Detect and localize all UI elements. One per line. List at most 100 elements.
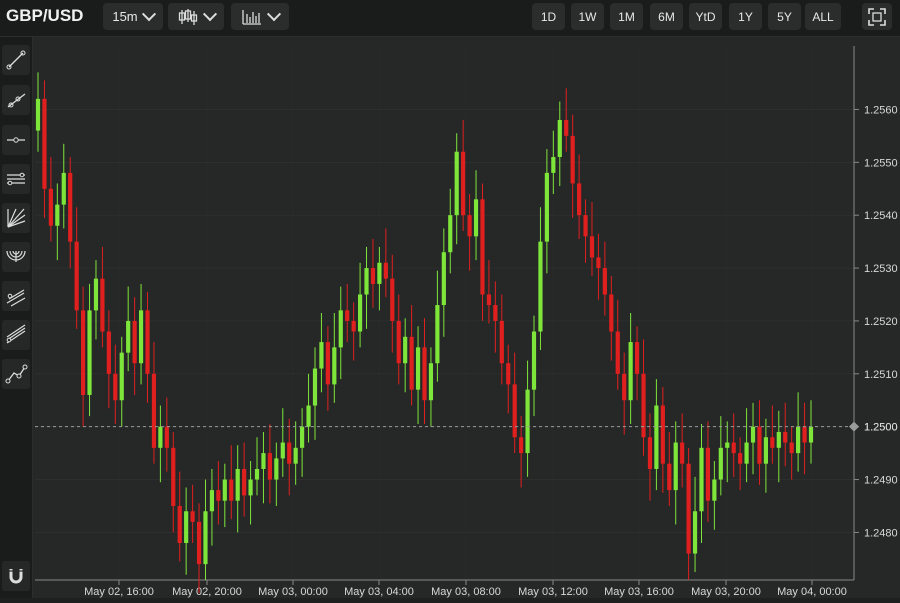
- candle-down: [396, 320, 401, 364]
- drawing-toolbar: [0, 37, 33, 598]
- x-tick-label: May 02, 20:00: [172, 586, 242, 598]
- candle-down: [660, 405, 665, 464]
- candle-up: [357, 294, 363, 332]
- chart-type-dropdown[interactable]: [168, 3, 224, 30]
- trend-line-icon: [6, 50, 26, 70]
- candle-up: [415, 347, 421, 390]
- candle-up: [448, 215, 453, 253]
- candle-up: [235, 468, 240, 501]
- y-tick-label: 1.2510: [864, 369, 898, 381]
- candle-up: [725, 442, 730, 448]
- candle-down: [802, 426, 807, 443]
- candle-up: [280, 442, 285, 459]
- candle-down: [512, 384, 517, 438]
- candle-up: [184, 511, 189, 543]
- candle-down: [390, 278, 395, 321]
- candle-up: [364, 268, 369, 295]
- ray-tool[interactable]: [2, 85, 30, 115]
- candle-up: [718, 447, 723, 480]
- candle-up: [557, 120, 562, 158]
- parallel-channel-tool[interactable]: [2, 164, 30, 194]
- candle-down: [596, 257, 601, 269]
- candle-up: [203, 511, 208, 565]
- chevron-down-icon: [202, 6, 218, 21]
- candle-up: [744, 442, 749, 464]
- horizontal-line-tool[interactable]: [2, 125, 30, 155]
- candle-down: [486, 294, 492, 306]
- candle-down: [738, 453, 743, 464]
- regression-tool[interactable]: [2, 320, 30, 350]
- candle-up: [61, 172, 66, 205]
- candle-down: [48, 188, 53, 226]
- x-tick-label: May 03, 16:00: [604, 586, 674, 598]
- chart-area[interactable]: 1.2480 1.2490 1.2500 1.2510 1.2520 1.2530 1.25…: [33, 37, 900, 598]
- indicators-icon: [242, 9, 261, 25]
- y-tick-label: 1.2550: [864, 157, 898, 169]
- x-tick-label: May 03, 04:00: [344, 586, 414, 598]
- candle-up: [544, 172, 549, 242]
- fib-arc-tool[interactable]: [2, 242, 30, 272]
- candle-down: [641, 373, 646, 438]
- trend-line-tool[interactable]: [2, 45, 30, 75]
- range-button-1d[interactable]: 1D: [532, 3, 565, 30]
- pitchfork-tool[interactable]: [2, 281, 30, 311]
- candle-up: [222, 479, 227, 501]
- candle-down: [757, 426, 762, 464]
- candle-down: [577, 183, 582, 216]
- candle-up: [300, 426, 305, 448]
- y-tick-label: 1.2530: [864, 263, 898, 275]
- candle-up: [274, 458, 279, 480]
- candle-down: [267, 453, 272, 480]
- candle-down: [609, 294, 614, 332]
- fib-fan-tool[interactable]: [2, 203, 30, 233]
- candle-up: [312, 368, 318, 406]
- candle-down: [564, 120, 569, 136]
- candle-down: [164, 426, 169, 448]
- candle-down: [409, 336, 414, 390]
- y-tick-label: 1.2520: [864, 316, 898, 328]
- candle-up: [776, 431, 781, 448]
- candle-down: [287, 442, 292, 464]
- candle-down: [602, 268, 607, 295]
- candle-up: [435, 305, 440, 364]
- candle-up: [248, 479, 253, 496]
- magnet-icon: [9, 569, 23, 584]
- candle-down: [480, 199, 485, 295]
- candle-up: [454, 151, 459, 216]
- candlestick-chart[interactable]: 1.2480 1.2490 1.2500 1.2510 1.2520 1.2530 1.25…: [33, 37, 900, 598]
- candle-up: [293, 447, 298, 464]
- range-button-1y[interactable]: 1Y: [729, 3, 762, 30]
- range-button-ytd[interactable]: YtD: [689, 3, 722, 30]
- x-tick-label: May 03, 12:00: [518, 586, 588, 598]
- candle-up: [209, 490, 215, 512]
- symbol-label: GBP/USD: [6, 6, 84, 25]
- candlestick-icon: [178, 8, 198, 25]
- y-tick-label: 1.2560: [864, 104, 898, 116]
- range-button-6m[interactable]: 6M: [650, 3, 683, 30]
- range-button-5y[interactable]: 5Y: [768, 3, 801, 30]
- range-button-all[interactable]: ALL: [805, 3, 841, 30]
- candle-down: [171, 447, 176, 506]
- fullscreen-button[interactable]: [862, 3, 892, 30]
- candle-down: [493, 305, 498, 321]
- path-tool[interactable]: [2, 359, 30, 389]
- candle-down: [196, 521, 202, 565]
- pitchfork-icon: [6, 289, 26, 307]
- fib-arc-icon: [6, 250, 26, 262]
- candle-down: [113, 373, 118, 401]
- candle-down: [325, 342, 330, 385]
- candle-up: [338, 310, 343, 348]
- candle-down: [570, 135, 575, 184]
- candle-up: [551, 157, 556, 173]
- indicators-dropdown[interactable]: [231, 3, 289, 30]
- range-button-1w[interactable]: 1W: [571, 3, 604, 30]
- candle-up: [628, 342, 633, 401]
- candle-up: [93, 278, 99, 311]
- range-button-1m[interactable]: 1M: [610, 3, 643, 30]
- interval-dropdown[interactable]: 15m: [103, 3, 163, 30]
- chevron-down-icon: [141, 6, 156, 21]
- candle-down: [506, 363, 511, 385]
- regression-icon: [6, 324, 26, 344]
- candle-down: [770, 437, 775, 448]
- magnet-tool[interactable]: [2, 561, 30, 591]
